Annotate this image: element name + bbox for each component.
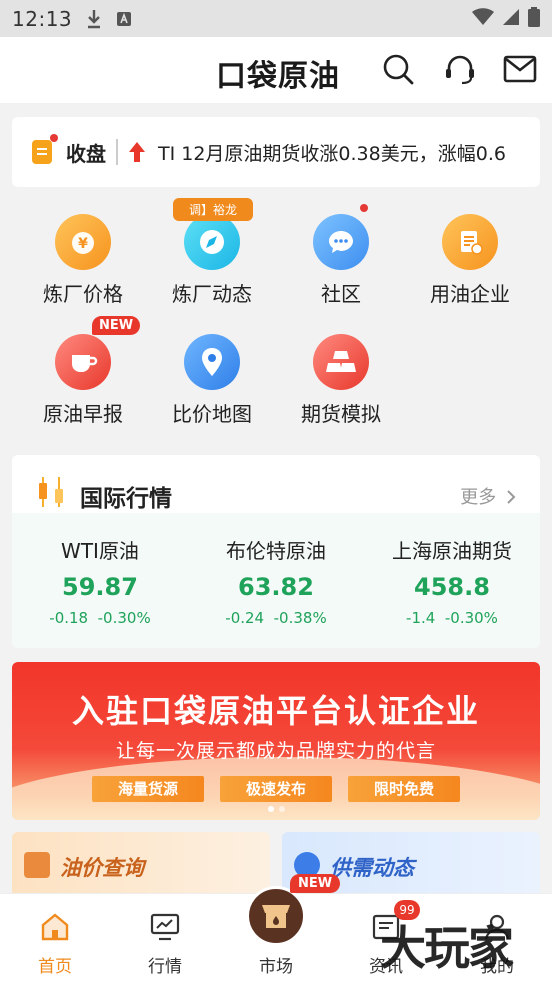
ticker-doc-icon bbox=[32, 134, 58, 164]
tab-label: 市场 bbox=[259, 957, 293, 977]
cup-icon bbox=[55, 334, 111, 390]
community-unread-dot bbox=[360, 204, 368, 212]
status-time: 12:13 bbox=[12, 6, 73, 31]
refinery-news-tag: 调】裕龙 bbox=[173, 198, 253, 221]
compass-icon bbox=[184, 214, 240, 270]
grid-label: 原油早报 bbox=[43, 402, 123, 426]
search-button[interactable] bbox=[380, 51, 416, 87]
grid-refinery-news[interactable]: 调】裕龙 炼厂动态 bbox=[147, 198, 277, 324]
grid-label: 炼厂价格 bbox=[43, 282, 123, 306]
market-more-link[interactable]: 更多 bbox=[460, 483, 516, 509]
quote-change: -0.18 -0.30% bbox=[49, 609, 151, 627]
tab-label: 行情 bbox=[148, 957, 182, 977]
quote-price: 63.82 bbox=[238, 573, 314, 601]
app-header: 口袋原油 bbox=[0, 37, 552, 103]
ticker-divider bbox=[116, 139, 118, 165]
news-ticker[interactable]: 收盘 TI 12月原油期货收涨0.38美元，涨幅0.6 bbox=[12, 117, 540, 187]
banner-pill: 极速发布 bbox=[220, 776, 332, 802]
signal-icon bbox=[502, 8, 520, 30]
grid-refinery-price[interactable]: ¥ 炼厂价格 bbox=[18, 214, 148, 324]
quote-name: 上海原油期货 bbox=[392, 539, 512, 563]
market-card: 国际行情 更多 WTI原油 59.87 -0.18 -0.30% 布伦特原油 6… bbox=[12, 455, 540, 648]
quote-change: -1.4 -0.30% bbox=[406, 609, 498, 627]
oil-price-query-card[interactable]: 油价查询 bbox=[12, 832, 270, 902]
pagination-dot bbox=[279, 806, 285, 812]
ticker-title: 收盘 bbox=[66, 141, 106, 166]
quote-price: 458.8 bbox=[414, 573, 490, 601]
grid-oil-enterprise[interactable]: 用油企业 bbox=[405, 214, 535, 324]
banner-pill: 海量货源 bbox=[92, 776, 204, 802]
tab-market-quotes[interactable]: 行情 bbox=[110, 894, 220, 983]
grid-price-map[interactable]: 比价地图 bbox=[147, 334, 277, 444]
grid-label: 期货模拟 bbox=[301, 402, 381, 426]
chart-icon bbox=[150, 912, 180, 942]
candlestick-icon bbox=[34, 475, 68, 513]
grid-oil-morning-report[interactable]: NEW 原油早报 bbox=[18, 316, 148, 444]
banner-pill: 限时免费 bbox=[348, 776, 460, 802]
banner-pagination bbox=[268, 806, 285, 812]
quote-name: 布伦特原油 bbox=[226, 539, 326, 563]
tab-home[interactable]: 首页 bbox=[0, 894, 110, 983]
app-logo: 口袋原油 bbox=[216, 59, 340, 94]
card-title: 油价查询 bbox=[60, 856, 144, 880]
market-new-badge: NEW bbox=[290, 874, 341, 893]
search-icon bbox=[383, 54, 414, 85]
grid-community[interactable]: 社区 bbox=[276, 204, 406, 324]
chat-icon bbox=[313, 214, 369, 270]
grid-label: 社区 bbox=[321, 282, 361, 306]
quote-price: 59.87 bbox=[62, 573, 138, 601]
message-button[interactable] bbox=[502, 51, 538, 87]
app-notification-icon bbox=[116, 11, 132, 27]
card-title: 供需动态 bbox=[330, 856, 414, 880]
tab-label: 首页 bbox=[38, 957, 72, 977]
home-icon bbox=[40, 912, 70, 942]
download-icon bbox=[86, 9, 102, 29]
yuan-bag-icon: ¥ bbox=[55, 214, 111, 270]
grid-label: 比价地图 bbox=[172, 402, 252, 426]
grid-label: 用油企业 bbox=[430, 282, 510, 306]
svg-text:¥: ¥ bbox=[78, 236, 88, 252]
up-arrow-icon bbox=[128, 141, 146, 163]
gold-bars-icon bbox=[313, 334, 369, 390]
status-bar: 12:13 bbox=[0, 0, 552, 37]
quote-name: WTI原油 bbox=[61, 539, 139, 563]
grid-futures-sim[interactable]: 期货模拟 bbox=[276, 334, 406, 444]
tab-market[interactable]: 市场 bbox=[221, 894, 331, 983]
banner-subtitle: 让每一次展示都成为品牌实力的代言 bbox=[115, 740, 436, 762]
quote-change: -0.24 -0.38% bbox=[225, 609, 327, 627]
grid-label: 炼厂动态 bbox=[172, 282, 252, 306]
market-title: 国际行情 bbox=[80, 486, 172, 512]
banner-title: 入驻口袋原油平台认证企业 bbox=[71, 692, 480, 730]
price-query-icon bbox=[24, 852, 50, 878]
new-badge: NEW bbox=[92, 316, 141, 335]
market-header: 国际行情 更多 bbox=[12, 455, 540, 513]
map-pin-icon bbox=[184, 334, 240, 390]
headset-icon bbox=[446, 55, 474, 85]
more-label: 更多 bbox=[460, 487, 497, 508]
battery-icon bbox=[528, 6, 540, 31]
chevron-right-icon bbox=[507, 490, 516, 504]
pagination-dot-active bbox=[268, 806, 274, 812]
watermark: 大玩家 bbox=[380, 921, 514, 975]
market-quotes: WTI原油 59.87 -0.18 -0.30% 布伦特原油 63.82 -0.… bbox=[12, 513, 540, 648]
promo-banner[interactable]: 入驻口袋原油平台认证企业 让每一次展示都成为品牌实力的代言 海量货源 极速发布 … bbox=[12, 662, 540, 820]
wifi-icon bbox=[472, 7, 494, 30]
customer-service-button[interactable] bbox=[442, 51, 478, 87]
mail-icon bbox=[503, 55, 537, 83]
ticker-unread-dot bbox=[50, 134, 58, 142]
document-icon bbox=[442, 214, 498, 270]
ticker-text: TI 12月原油期货收涨0.38美元，涨幅0.6 bbox=[158, 142, 506, 165]
